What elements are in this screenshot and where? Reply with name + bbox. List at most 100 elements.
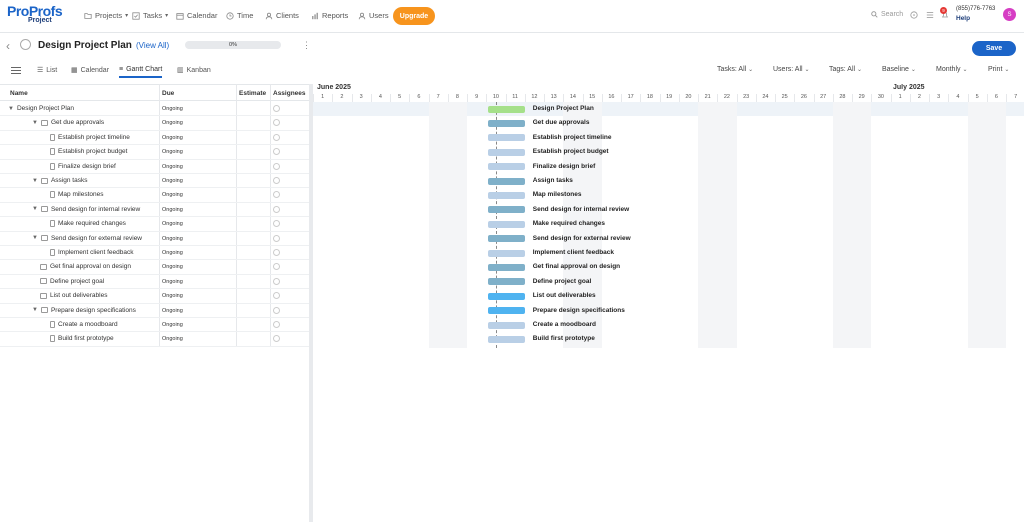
expand-caret-icon[interactable]: ▼ xyxy=(32,178,38,184)
due-cell[interactable]: Ongoing xyxy=(162,164,183,170)
assignee-avatar-icon[interactable] xyxy=(273,249,280,256)
nav-tasks[interactable]: Tasks ▾ xyxy=(132,11,168,20)
assignee-avatar-icon[interactable] xyxy=(273,277,280,285)
gantt-bar[interactable] xyxy=(488,292,525,300)
due-cell[interactable]: Ongoing xyxy=(162,149,183,155)
task-name-cell[interactable]: ▼ Assign tasks xyxy=(32,177,87,184)
due-cell[interactable]: Ongoing xyxy=(162,192,183,198)
due-cell[interactable]: Ongoing xyxy=(162,236,183,242)
help-link[interactable]: Help xyxy=(956,15,970,22)
task-name-cell[interactable]: ▼ Send design for external review xyxy=(32,235,142,242)
due-cell[interactable]: Ongoing xyxy=(162,322,183,328)
tasks-filter[interactable]: Tasks: All ⌄ xyxy=(717,66,753,73)
task-name-cell[interactable]: Establish project budget xyxy=(50,148,127,156)
assignee-avatar-icon[interactable] xyxy=(273,234,280,242)
nav-calendar[interactable]: Calendar xyxy=(176,11,217,20)
gantt-bar[interactable] xyxy=(488,335,525,343)
due-cell[interactable]: Ongoing xyxy=(162,106,183,112)
nav-users[interactable]: Users xyxy=(358,11,389,20)
task-name-cell[interactable]: Build first prototype xyxy=(50,335,114,343)
table-row[interactable]: Define project goal Ongoing xyxy=(0,275,310,290)
expand-caret-icon[interactable]: ▼ xyxy=(8,106,14,112)
due-cell[interactable]: Ongoing xyxy=(162,336,183,342)
due-cell[interactable]: Ongoing xyxy=(162,178,183,184)
table-row[interactable]: ▼ Get due approvals Ongoing xyxy=(0,116,310,131)
gantt-bar[interactable] xyxy=(488,206,525,214)
assignee-avatar-icon[interactable] xyxy=(273,105,280,112)
table-row[interactable]: Map milestones Ongoing xyxy=(0,188,310,203)
table-row[interactable]: ▼ Design Project Plan Ongoing xyxy=(0,102,310,117)
table-row[interactable]: Get final approval on design Ongoing xyxy=(0,260,310,275)
expand-caret-icon[interactable]: ▼ xyxy=(32,235,38,241)
task-name-cell[interactable]: Define project goal xyxy=(40,278,104,285)
gantt-bar[interactable] xyxy=(488,235,525,243)
gantt-bar[interactable] xyxy=(488,220,525,228)
table-row[interactable]: Implement client feedback Ongoing xyxy=(0,246,310,261)
activity-list-icon[interactable] xyxy=(926,11,934,19)
proprofs-logo[interactable]: ProProfs Project xyxy=(7,4,63,24)
avatar[interactable]: S xyxy=(1003,8,1016,21)
task-name-cell[interactable]: Finalize design brief xyxy=(50,162,116,170)
more-options-icon[interactable]: ⋮ xyxy=(302,40,311,51)
search-box[interactable]: Search xyxy=(871,11,903,18)
due-cell[interactable]: Ongoing xyxy=(162,207,183,213)
tags-filter[interactable]: Tags: All ⌄ xyxy=(829,66,862,73)
expand-caret-icon[interactable]: ▼ xyxy=(32,120,38,126)
due-cell[interactable]: Ongoing xyxy=(162,135,183,141)
tab-list[interactable]: ☰ List xyxy=(37,66,57,75)
gantt-bar[interactable] xyxy=(488,191,525,199)
due-cell[interactable]: Ongoing xyxy=(162,250,183,256)
due-cell[interactable]: Ongoing xyxy=(162,120,183,126)
gantt-bar[interactable] xyxy=(488,148,525,156)
tab-gantt-chart[interactable]: ≡ Gantt Chart xyxy=(119,66,163,78)
due-cell[interactable]: Ongoing xyxy=(162,293,183,299)
assignee-avatar-icon[interactable] xyxy=(273,263,280,271)
column-assignees[interactable]: Assignees xyxy=(273,90,306,97)
table-row[interactable]: ▼ Prepare design specifications Ongoing xyxy=(0,304,310,318)
table-row[interactable]: ▼ Assign tasks Ongoing xyxy=(0,174,310,189)
assignee-avatar-icon[interactable] xyxy=(273,306,280,314)
assignee-avatar-icon[interactable] xyxy=(273,177,280,184)
gantt-bar[interactable] xyxy=(488,278,525,286)
baseline-dropdown[interactable]: Baseline ⌄ xyxy=(882,66,916,73)
column-name[interactable]: Name xyxy=(10,90,28,97)
task-name-cell[interactable]: List out deliverables xyxy=(40,292,107,299)
task-name-cell[interactable]: ▼ Get due approvals xyxy=(32,119,104,126)
table-row[interactable]: Establish project timeline Ongoing xyxy=(0,131,310,146)
assignee-avatar-icon[interactable] xyxy=(273,191,280,199)
table-row[interactable]: Establish project budget Ongoing xyxy=(0,145,310,160)
gantt-bar[interactable] xyxy=(488,119,525,127)
assignee-avatar-icon[interactable] xyxy=(273,321,280,328)
column-estimate[interactable]: Estimate xyxy=(239,90,266,97)
print-dropdown[interactable]: Print ⌄ xyxy=(988,66,1009,73)
due-cell[interactable]: Ongoing xyxy=(162,308,183,314)
task-name-cell[interactable]: ▼ Design Project Plan xyxy=(8,105,74,112)
gantt-bar[interactable] xyxy=(488,307,525,315)
gantt-bar[interactable] xyxy=(488,263,525,271)
nav-time[interactable]: Time xyxy=(226,11,253,20)
task-name-cell[interactable]: Establish project timeline xyxy=(50,133,130,141)
complete-check-icon[interactable] xyxy=(20,39,31,50)
table-row[interactable]: ▼ Send design for external review Ongoing xyxy=(0,232,310,246)
tab-kanban[interactable]: ▥ Kanban xyxy=(177,66,211,75)
due-cell[interactable]: Ongoing xyxy=(162,279,183,285)
assignee-avatar-icon[interactable] xyxy=(273,205,280,213)
task-name-cell[interactable]: ▼ Send design for internal review xyxy=(32,206,140,213)
gantt-bar[interactable] xyxy=(488,105,525,113)
tab-calendar[interactable]: ▦ Calendar xyxy=(71,66,109,75)
expand-caret-icon[interactable]: ▼ xyxy=(32,307,38,313)
column-due[interactable]: Due xyxy=(162,90,174,97)
due-cell[interactable]: Ongoing xyxy=(162,221,183,227)
table-row[interactable]: Create a moodboard Ongoing xyxy=(0,318,310,333)
assignee-avatar-icon[interactable] xyxy=(273,148,280,156)
nav-reports[interactable]: Reports xyxy=(311,11,348,20)
table-row[interactable]: Finalize design brief Ongoing xyxy=(0,160,310,174)
gantt-bar[interactable] xyxy=(488,134,525,142)
expand-caret-icon[interactable]: ▼ xyxy=(32,206,38,212)
assignee-avatar-icon[interactable] xyxy=(273,133,280,141)
task-name-cell[interactable]: Make required changes xyxy=(50,220,126,228)
task-name-cell[interactable]: Map milestones xyxy=(50,191,104,199)
gantt-bar[interactable] xyxy=(488,321,525,329)
back-chevron-icon[interactable]: ‹ xyxy=(6,39,10,53)
due-cell[interactable]: Ongoing xyxy=(162,264,183,270)
